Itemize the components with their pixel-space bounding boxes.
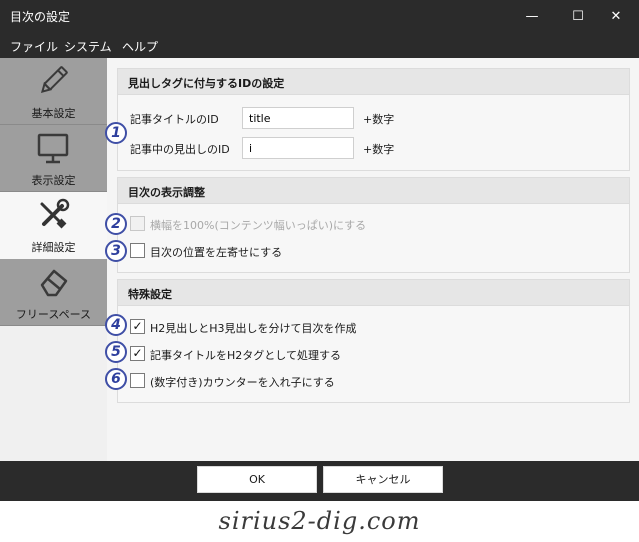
- title-id-input[interactable]: [242, 107, 354, 129]
- number-badge: 1: [105, 122, 127, 144]
- title-as-h2-option[interactable]: ✓ 記事タイトルをH2タグとして処理する: [130, 345, 430, 363]
- maximize-icon: ☐: [572, 8, 584, 24]
- cancel-button[interactable]: キャンセル: [323, 466, 443, 493]
- close-icon: ✕: [610, 8, 622, 24]
- pencil-icon: [40, 66, 68, 94]
- sidebar-item-label: 基本設定: [31, 107, 76, 120]
- heading-id-input[interactable]: [242, 137, 354, 159]
- minimize-button[interactable]: —: [509, 0, 555, 32]
- window-title: 目次の設定: [10, 10, 71, 24]
- number-badge: 2: [105, 213, 127, 235]
- number-badge: 6: [105, 368, 127, 390]
- ok-button[interactable]: OK: [197, 466, 317, 493]
- monitor-icon: [37, 133, 69, 164]
- sidebar-item-freespace[interactable]: フリースペース: [0, 259, 107, 326]
- number-badge: 3: [105, 240, 127, 262]
- title-id-suffix: +数字: [363, 113, 395, 126]
- heading-id-suffix: +数字: [363, 143, 395, 156]
- eraser-icon: [40, 269, 68, 297]
- title-as-h2-checkbox[interactable]: ✓: [130, 346, 145, 361]
- title-bar: 目次の設定 — ☐ ✕: [0, 0, 639, 32]
- sidebar-item-label: フリースペース: [15, 308, 92, 321]
- title-as-h2-label: 記事タイトルをH2タグとして処理する: [150, 349, 341, 362]
- split-h2-h3-label: H2見出しとH3見出しを分けて目次を作成: [150, 322, 357, 335]
- nested-counter-label: (数字付き)カウンターを入れ子にする: [150, 376, 335, 389]
- split-h2-h3-option[interactable]: ✓ H2見出しとH3見出しを分けて目次を作成: [130, 318, 430, 336]
- wrench-screwdriver-icon: [40, 198, 70, 229]
- left-align-label: 目次の位置を左寄せにする: [150, 246, 283, 259]
- watermark: sirius2-dig.com: [218, 507, 421, 535]
- section-title: 特殊設定: [118, 280, 629, 306]
- section-title: 目次の表示調整: [118, 178, 629, 204]
- full-width-checkbox[interactable]: [130, 216, 145, 231]
- full-width-label: 横幅を100%(コンテンツ幅いっぱい)にする: [150, 219, 367, 232]
- id-settings-section: 見出しタグに付与するIDの設定 記事タイトルのID +数字 記事中の見出しのID…: [117, 68, 630, 171]
- section-title: 見出しタグに付与するIDの設定: [118, 69, 629, 95]
- close-button[interactable]: ✕: [593, 0, 639, 32]
- special-section: 特殊設定 ✓ H2見出しとH3見出しを分けて目次を作成 ✓ 記事タイトルをH2タ…: [117, 279, 630, 403]
- sidebar-item-advanced[interactable]: 詳細設定: [0, 192, 107, 259]
- sidebar-item-basic[interactable]: 基本設定: [0, 58, 107, 125]
- dialog-footer: OK キャンセル: [0, 461, 639, 501]
- menu-help[interactable]: ヘルプ: [122, 38, 158, 55]
- menu-file[interactable]: ファイル: [10, 38, 58, 55]
- sidebar: 基本設定 表示設定 詳細設定 フリースペース: [0, 58, 107, 461]
- nested-counter-option[interactable]: (数字付き)カウンターを入れ子にする: [130, 372, 430, 390]
- split-h2-h3-checkbox[interactable]: ✓: [130, 319, 145, 334]
- sidebar-item-label: 表示設定: [31, 174, 76, 187]
- full-width-option[interactable]: 横幅を100%(コンテンツ幅いっぱい)にする: [130, 215, 430, 233]
- number-badge: 4: [105, 314, 127, 336]
- minimize-icon: —: [525, 8, 539, 24]
- menu-bar: ファイル システム ヘルプ: [0, 32, 639, 58]
- left-align-option[interactable]: 目次の位置を左寄せにする: [130, 242, 430, 260]
- left-align-checkbox[interactable]: [130, 243, 145, 258]
- sidebar-item-display[interactable]: 表示設定: [0, 125, 107, 192]
- menu-system[interactable]: システム: [64, 38, 112, 55]
- settings-panel: 見出しタグに付与するIDの設定 記事タイトルのID +数字 記事中の見出しのID…: [107, 58, 639, 461]
- sidebar-item-label: 詳細設定: [31, 241, 76, 254]
- nested-counter-checkbox[interactable]: [130, 373, 145, 388]
- number-badge: 5: [105, 341, 127, 363]
- display-adjust-section: 目次の表示調整 横幅を100%(コンテンツ幅いっぱい)にする 目次の位置を左寄せ…: [117, 177, 630, 273]
- title-id-label: 記事タイトルのID: [130, 113, 219, 126]
- heading-id-label: 記事中の見出しのID: [130, 143, 230, 156]
